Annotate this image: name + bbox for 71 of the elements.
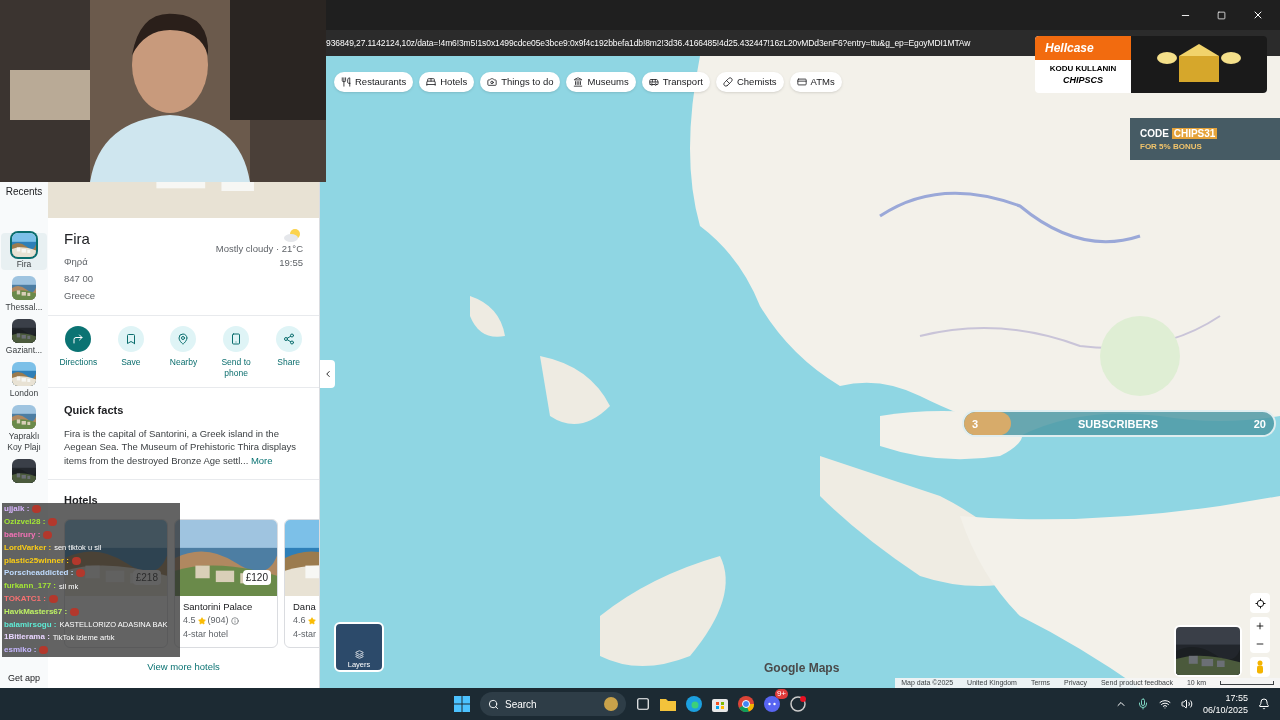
chat-app-icon[interactable] xyxy=(764,696,780,712)
search-icon xyxy=(488,698,499,710)
task-view-icon[interactable] xyxy=(636,697,650,711)
address-bar-url[interactable]: 936849,27.1142124,10z/data=!4m6!3m5!1s0x1499cdce05e3bce9:0x9f4c192bbefa1db!8m2!3d36.4166485!4d25.432447!16zL20vMDd3enF6?entry=ttu&g_ep=EgoyMDI1MTAw xyxy=(326,36,971,50)
windows-start-icon[interactable] xyxy=(454,696,470,712)
microphone-icon[interactable] xyxy=(1136,698,1149,710)
close-icon[interactable] xyxy=(1252,9,1264,21)
chat-username: Ozizvel28 : xyxy=(4,517,46,528)
emote-icon xyxy=(70,607,80,616)
weather-text: Mostly cloudy · 21°C xyxy=(215,242,303,256)
chat-username: LordVarker : xyxy=(4,542,52,553)
local-name: Φηρά xyxy=(64,254,89,269)
browser-icon[interactable] xyxy=(686,696,702,712)
section-heading: Quick facts xyxy=(64,403,125,419)
get-app-button[interactable]: Get app xyxy=(8,671,40,685)
place-action-button[interactable]: Save xyxy=(105,326,156,380)
emote-icon xyxy=(39,646,49,655)
chat-username: TOKATC1 : xyxy=(4,593,46,604)
hotel-class: 4-star hotel xyxy=(182,627,230,641)
emote-icon xyxy=(48,594,58,603)
chat-username: ujjalk : xyxy=(4,504,30,515)
place-action-button[interactable]: Directions xyxy=(53,326,104,380)
nearby-icon xyxy=(177,333,190,346)
star-icon xyxy=(307,616,316,625)
place-action-button[interactable]: Nearby xyxy=(158,326,209,380)
chat-username: baelrury : xyxy=(4,530,41,540)
restore-icon[interactable] xyxy=(1217,10,1226,20)
save-icon xyxy=(124,333,137,346)
wifi-icon[interactable] xyxy=(1158,698,1171,710)
chat-username: esmiko : xyxy=(4,645,37,656)
hotel-rating: 4.5 xyxy=(183,614,196,627)
clock-date: 06/10/2025 xyxy=(1202,704,1248,716)
view-more-hotels-link[interactable]: View more hotels xyxy=(147,660,220,675)
ad-brand: Hellcase xyxy=(1035,36,1131,60)
postcode: 847 00 xyxy=(64,271,95,286)
recent-place[interactable]: Fira xyxy=(1,233,47,270)
chat-username: 1Bitlerama : xyxy=(4,632,50,643)
star-icon xyxy=(197,616,206,625)
local-time: 19:55 xyxy=(279,256,303,271)
recent-place[interactable]: Gaziant... xyxy=(1,319,47,356)
info-icon xyxy=(230,616,239,625)
chat-username: balamirsogu : xyxy=(4,619,57,630)
store-icon[interactable] xyxy=(712,696,728,712)
hotel-rating: 4.6 xyxy=(293,614,306,627)
place-description: Fira is the capital of Santorini, a Greek island in the Aegean Sea. The Museum of Prehistoric Thira displays items from the destroyed Bronze Age settl... More xyxy=(64,426,297,468)
taskbar-search-field[interactable]: Search xyxy=(480,692,626,716)
volume-icon[interactable] xyxy=(1180,698,1193,710)
place-action-button[interactable]: Share xyxy=(263,326,314,380)
chat-username: furkann_177 : xyxy=(4,581,57,592)
send-icon xyxy=(230,333,243,346)
notification-badge: 9+ xyxy=(774,689,788,699)
review-count: (904) xyxy=(207,614,229,627)
recent-place[interactable]: Thessal... xyxy=(1,276,47,313)
cloudy-sun-icon xyxy=(283,228,303,242)
chrome-icon[interactable] xyxy=(738,696,754,712)
place-action-button[interactable]: Send to phone xyxy=(211,326,262,380)
share-icon xyxy=(282,333,295,346)
recent-place[interactable]: London xyxy=(1,362,47,399)
folder-icon[interactable] xyxy=(660,697,676,711)
recent-place[interactable]: Yapraklı Koy Plajı xyxy=(1,405,47,453)
hotel-name: Santorini Palace xyxy=(182,599,254,614)
hotel-name: Dana xyxy=(292,599,317,614)
country: Greece xyxy=(64,289,96,303)
place-name: Fira xyxy=(64,229,91,249)
recents-heading: Recents xyxy=(5,185,43,199)
directions-icon xyxy=(72,333,85,346)
more-link[interactable]: More xyxy=(250,454,273,466)
clock-time: 17:55 xyxy=(1225,692,1248,704)
notifications-icon[interactable] xyxy=(1258,698,1270,710)
hotel-class: 4-star xyxy=(292,627,317,641)
recorder-icon[interactable] xyxy=(790,696,806,712)
